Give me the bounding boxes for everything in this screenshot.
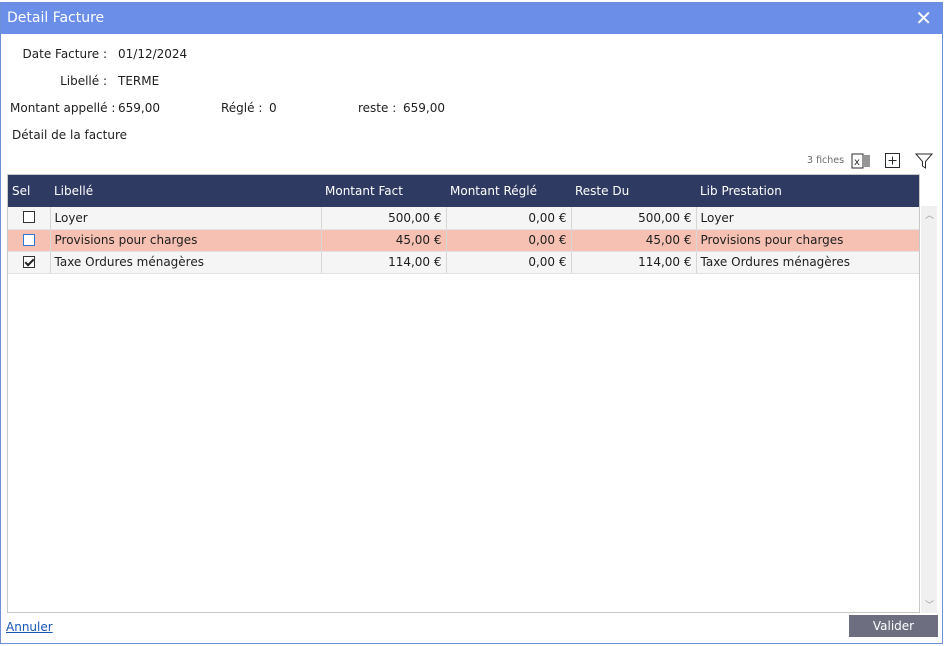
col-header-lib-prestation[interactable]: Lib Prestation [696,175,919,207]
cell-lib-prestation: Taxe Ordures ménagères [696,251,919,274]
record-count: 3 fiches [807,155,845,166]
row-select-cell[interactable] [8,229,51,252]
row-checkbox[interactable] [22,211,35,224]
filter-icon[interactable] [914,152,934,173]
montant-appelle-label: Montant appellé : [10,101,116,115]
col-header-sel[interactable]: Sel [8,175,50,207]
reste-label: reste : [358,101,397,115]
table-row[interactable]: Provisions pour charges 45,00 € 0,00 € 4… [8,229,919,252]
grid-header-row: Sel Libellé Montant Fact Montant Réglé R… [8,175,919,207]
detail-facture-heading: Détail de la facture [12,128,128,142]
date-facture-value: 01/12/2024 [118,47,188,61]
montant-appelle-value: 659,00 [118,101,160,115]
cell-montant-fact: 45,00 € [321,229,447,252]
col-header-montant-fact[interactable]: Montant Fact [321,175,446,207]
close-icon[interactable]: ✕ [915,6,932,30]
regle-label: Réglé : [221,101,263,115]
table-row[interactable]: Loyer 500,00 € 0,00 € 500,00 € Loyer [8,207,919,230]
reste-value: 659,00 [403,101,445,115]
cell-libelle: Taxe Ordures ménagères [50,251,322,274]
regle-value: 0 [269,101,277,115]
svg-text:x: x [854,157,860,168]
col-header-reste-du[interactable]: Reste Du [571,175,696,207]
scroll-up-icon[interactable]: ︿ [925,208,934,221]
cell-montant-fact: 114,00 € [321,251,447,274]
date-facture-label: Date Facture : [22,47,107,61]
table-row[interactable]: Taxe Ordures ménagères 114,00 € 0,00 € 1… [8,251,919,274]
cell-libelle: Provisions pour charges [50,229,322,252]
row-select-cell[interactable] [8,207,51,230]
libelle-label: Libellé : [60,74,107,88]
cell-reste-du: 114,00 € [571,251,697,274]
cell-libelle: Loyer [50,207,322,230]
scroll-down-icon[interactable]: ﹀ [925,598,934,611]
vertical-scrollbar[interactable]: ︿ ﹀ [921,206,937,613]
add-icon[interactable] [884,152,902,173]
cell-montant-regle: 0,00 € [446,207,572,230]
invoice-detail-grid: Sel Libellé Montant Fact Montant Réglé R… [7,174,920,613]
col-header-libelle[interactable]: Libellé [50,175,321,207]
validate-button[interactable]: Valider [849,615,938,637]
cancel-link[interactable]: Annuler [6,620,53,634]
window-title: Detail Facture [7,10,105,26]
excel-export-icon[interactable]: x [851,152,871,173]
cell-reste-du: 45,00 € [571,229,697,252]
col-header-montant-regle[interactable]: Montant Réglé [446,175,571,207]
title-bar: Detail Facture ✕ [1,3,942,34]
cell-lib-prestation: Loyer [696,207,919,230]
cell-montant-fact: 500,00 € [321,207,447,230]
cell-lib-prestation: Provisions pour charges [696,229,919,252]
cell-montant-regle: 0,00 € [446,251,572,274]
cell-reste-du: 500,00 € [571,207,697,230]
row-checkbox[interactable] [22,233,35,246]
libelle-value: TERME [118,74,160,88]
row-checkbox[interactable] [22,255,35,268]
row-select-cell[interactable] [8,251,51,274]
cell-montant-regle: 0,00 € [446,229,572,252]
